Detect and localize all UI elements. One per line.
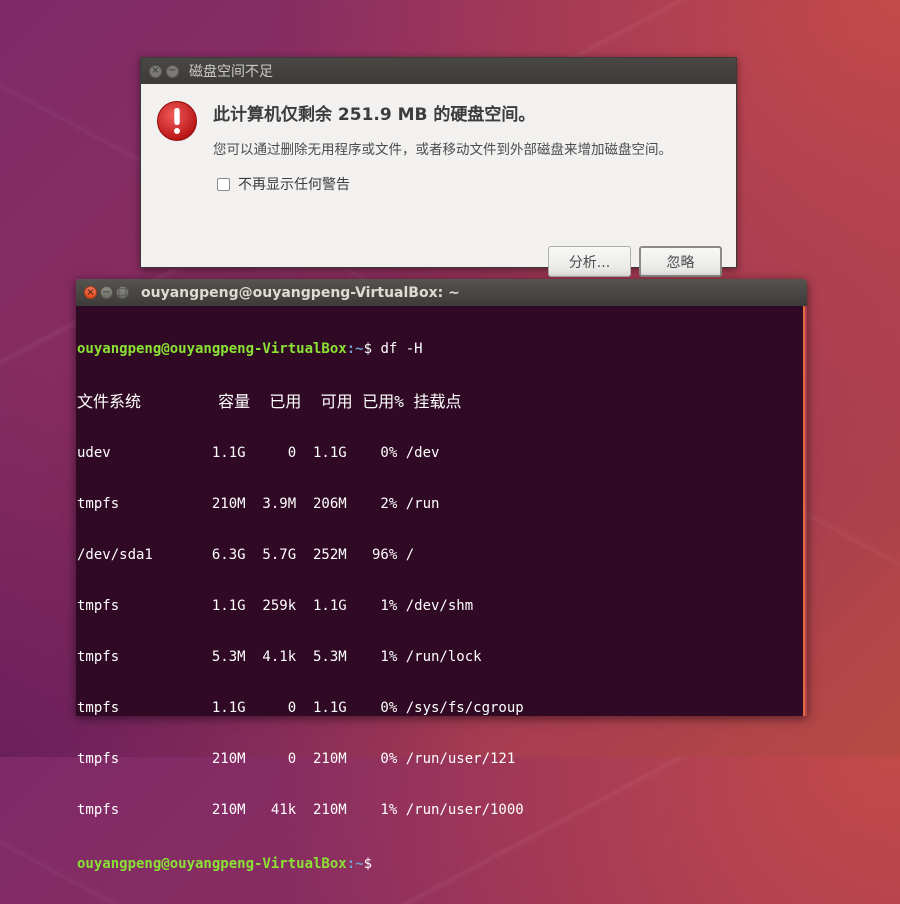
df-row: udev 1.1G 0 1.1G 0% /dev [77, 445, 440, 461]
low-disk-space-dialog: × − 磁盘空间不足 此计算机仅剩余 251.9 MB 的硬盘空间。 您可以通过… [140, 57, 737, 277]
df-row: /dev/sda1 6.3G 5.7G 252M 96% / [77, 547, 415, 563]
prompt-symbol: $ [363, 341, 373, 357]
close-icon: × [151, 65, 160, 76]
minimize-icon: − [168, 65, 177, 76]
prompt-path: :~ [346, 341, 364, 357]
prompt-symbol: $ [363, 856, 373, 872]
df-row: tmpfs 210M 41k 210M 1% /run/user/1000 [77, 802, 524, 818]
terminal-title: ouyangpeng@ouyangpeng-VirtualBox: ~ [141, 284, 460, 301]
dont-show-warnings-option[interactable]: 不再显示任何警告 [217, 174, 350, 194]
dialog-message: 您可以通过删除无用程序或文件，或者移动文件到外部磁盘来增加磁盘空间。 [213, 142, 672, 158]
dont-show-warnings-checkbox[interactable] [217, 177, 230, 191]
df-row: tmpfs 1.1G 0 1.1G 0% /sys/fs/cgroup [77, 700, 524, 716]
current-prompt-line[interactable]: ouyangpeng@ouyangpeng-VirtualBox:~$ [77, 853, 803, 872]
terminal-minimize-button[interactable]: − [100, 286, 113, 299]
dialog-body: 此计算机仅剩余 251.9 MB 的硬盘空间。 您可以通过删除无用程序或文件，或… [141, 84, 736, 277]
dialog-heading: 此计算机仅剩余 251.9 MB 的硬盘空间。 [213, 105, 536, 125]
close-icon: × [86, 286, 95, 298]
analyze-button[interactable]: 分析... [548, 246, 631, 277]
terminal-close-button[interactable]: × [84, 286, 97, 299]
terminal-window: × − □ ouyangpeng@ouyangpeng-VirtualBox: … [76, 279, 807, 872]
prompt-user: ouyangpeng@ouyangpeng-VirtualBox [77, 341, 347, 357]
terminal-titlebar[interactable]: × − □ ouyangpeng@ouyangpeng-VirtualBox: … [76, 279, 807, 306]
command-line: ouyangpeng@ouyangpeng-VirtualBox:~$ df -… [77, 341, 803, 358]
dialog-title: 磁盘空间不足 [189, 64, 273, 80]
minimize-icon: − [102, 286, 111, 298]
command-text: df -H [372, 341, 423, 357]
maximize-icon: □ [117, 286, 128, 298]
dialog-titlebar[interactable]: × − 磁盘空间不足 [141, 58, 736, 84]
prompt-path: :~ [346, 856, 364, 872]
df-header-row: 文件系统 容量 已用 可用 已用% 挂载点 [77, 392, 462, 411]
df-row: tmpfs 5.3M 4.1k 5.3M 1% /run/lock [77, 649, 482, 665]
prompt-user: ouyangpeng@ouyangpeng-VirtualBox [77, 856, 347, 872]
ignore-button[interactable]: 忽略 [639, 246, 722, 277]
df-row: tmpfs 210M 0 210M 0% /run/user/121 [77, 751, 516, 767]
terminal-maximize-button[interactable]: □ [116, 286, 129, 299]
df-row: tmpfs 210M 3.9M 206M 2% /run [77, 496, 440, 512]
dialog-close-button[interactable]: × [149, 64, 162, 78]
alert-icon [157, 101, 197, 141]
text-cursor [372, 853, 380, 868]
dialog-minimize-button[interactable]: − [166, 64, 179, 78]
df-row: tmpfs 1.1G 259k 1.1G 1% /dev/shm [77, 598, 474, 614]
dont-show-warnings-label[interactable]: 不再显示任何警告 [238, 174, 350, 194]
terminal-output[interactable]: ouyangpeng@ouyangpeng-VirtualBox:~$ df -… [76, 306, 805, 872]
